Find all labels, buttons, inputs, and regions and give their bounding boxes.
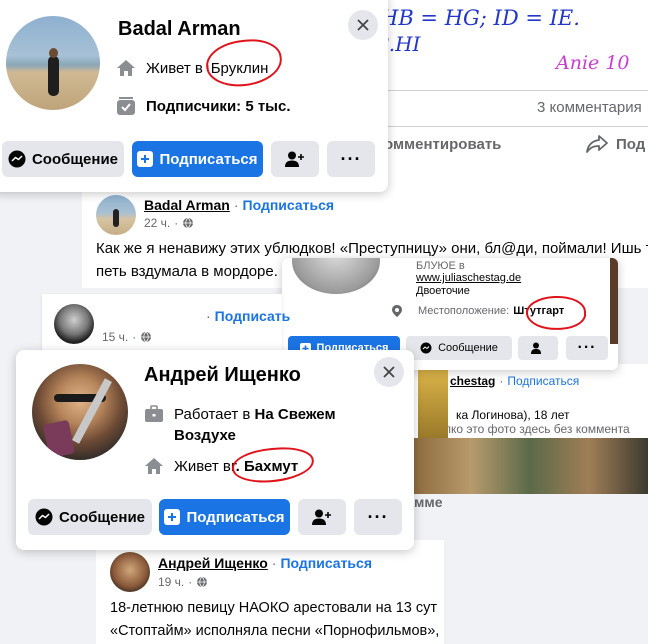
post-text-line2: «Стоптайм» исполняла песни «Порнофильмов… xyxy=(110,623,440,639)
add-friend-button[interactable] xyxy=(271,141,319,177)
follow-link[interactable]: Подписаться xyxy=(243,197,335,213)
separator: · xyxy=(271,555,277,571)
separator: · xyxy=(206,308,211,324)
info-line: БЛУЮЕ в xyxy=(416,260,465,272)
more-button[interactable]: ··· xyxy=(566,336,608,360)
message-label: Сообщение xyxy=(438,342,498,354)
message-button[interactable]: Сообщение xyxy=(406,336,512,360)
share-label: Под xyxy=(616,135,646,153)
location-pin-icon xyxy=(392,305,402,317)
follow-link[interactable]: Подписать xyxy=(215,308,291,324)
post-time[interactable]: 15 ч. xyxy=(102,330,128,344)
follow-button[interactable]: Подписаться xyxy=(132,141,263,177)
close-button[interactable] xyxy=(374,357,404,387)
avatar[interactable] xyxy=(96,195,136,235)
avatar[interactable] xyxy=(54,304,94,344)
follow-label: Подписаться xyxy=(159,150,258,168)
post-text-line2: петь вздумала в мордоре. xyxy=(96,263,278,280)
math-formula-line1: HB = HG; ID = IE. xyxy=(380,6,580,30)
share-icon xyxy=(586,135,608,153)
works-prefix: Работает в xyxy=(174,406,251,423)
messenger-icon xyxy=(420,342,432,354)
person-plus-icon xyxy=(285,151,304,167)
globe-icon xyxy=(141,331,152,343)
post-author[interactable]: Андрей Ищенко xyxy=(158,555,268,571)
annotation-circle xyxy=(525,294,587,332)
messenger-icon xyxy=(8,150,26,168)
home-icon xyxy=(145,458,163,474)
post-text-line1: ка Логинова), 18 лет xyxy=(456,408,570,422)
post-time[interactable]: 19 ч. xyxy=(158,575,184,589)
post-author[interactable]: chestag xyxy=(450,374,495,388)
website-link[interactable]: www.juliaschestag.de xyxy=(416,272,521,284)
post-divider-2 xyxy=(360,126,648,127)
message-label: Сообщение xyxy=(31,150,119,168)
info-line-2: Двоеточие xyxy=(416,285,470,297)
follow-link[interactable]: Подписаться xyxy=(280,555,372,571)
message-label: Сообщение xyxy=(58,508,146,526)
location-label: Местоположение: xyxy=(418,305,510,317)
person-plus-icon xyxy=(531,342,541,354)
annotation-circle xyxy=(203,36,285,90)
hover-card-ishchenko: Андрей Ищенко Работает в На Свежем Возду… xyxy=(16,350,414,550)
globe-icon xyxy=(183,217,194,229)
close-icon xyxy=(357,19,369,31)
add-friend-button[interactable] xyxy=(518,336,558,360)
separator: · xyxy=(233,197,239,213)
post-ishchenko: Андрей Ищенко · Подписаться 19 ч. · 18-л… xyxy=(96,540,444,644)
close-button[interactable] xyxy=(348,10,378,40)
followers-row: Подписчики: 5 тыс. xyxy=(116,96,291,116)
profile-name[interactable]: Андрей Ищенко xyxy=(144,364,301,387)
more-button[interactable]: ··· xyxy=(354,499,402,535)
works-row: Работает в На Свежем Воздухе xyxy=(144,404,344,446)
home-icon xyxy=(117,60,135,76)
more-button[interactable]: ··· xyxy=(327,141,375,177)
right-post: chestag · Подписаться ка Логинова), 18 л… xyxy=(412,364,648,494)
messenger-icon xyxy=(35,508,53,526)
comments-count[interactable]: 3 комментария xyxy=(537,99,642,116)
globe-icon xyxy=(197,576,208,588)
profile-photo-strip xyxy=(610,258,618,344)
post-time[interactable]: 22 ч. xyxy=(144,216,170,230)
avatar[interactable] xyxy=(110,552,150,592)
background-post: HB = HG; ID = IE. ?.HI Anie 10 3 коммент… xyxy=(360,0,648,190)
message-button[interactable]: Сообщение xyxy=(2,141,124,177)
post-author[interactable]: Badal Arman xyxy=(144,197,230,213)
follow-label: Подписаться xyxy=(186,508,285,526)
post-2: · Подписать 15 ч. · xyxy=(42,294,290,352)
post-text-line1: Как же я ненавижу этих ублюдков! «Престу… xyxy=(96,240,648,257)
lives-prefix: Живет в xyxy=(146,59,203,77)
profile-name[interactable]: Badal Arman xyxy=(118,18,241,41)
briefcase-icon xyxy=(145,405,163,422)
partial-button-label: мме xyxy=(414,494,443,510)
lives-prefix: Живет в xyxy=(174,457,231,475)
annotation-circle xyxy=(230,444,316,486)
avatar[interactable] xyxy=(32,364,128,460)
person-plus-icon xyxy=(312,509,331,525)
share-button[interactable]: Под xyxy=(586,134,645,154)
follow-button[interactable]: Подписаться xyxy=(159,499,290,535)
close-icon xyxy=(383,366,395,378)
add-friend-button[interactable] xyxy=(298,499,346,535)
followers-icon xyxy=(117,97,135,115)
post-photo[interactable] xyxy=(412,438,648,494)
post-photo-thumb[interactable] xyxy=(418,364,448,438)
post-divider xyxy=(360,90,648,91)
post-text-line1: 18-летнюю певицу НАОКО арестовали на 13 … xyxy=(110,600,438,616)
hover-card-badal: Badal Arman Живет в г. Бруклин Подписчик… xyxy=(0,0,388,192)
follow-link[interactable]: Подписаться xyxy=(507,374,579,388)
followers-count[interactable]: Подписчики: 5 тыс. xyxy=(146,98,291,115)
avatar[interactable] xyxy=(6,16,100,110)
post-text-line2: лко это фото здесь без коммента xyxy=(444,422,630,436)
add-square-icon xyxy=(137,151,154,167)
separator: · xyxy=(499,374,504,388)
avatar[interactable] xyxy=(292,258,380,294)
message-button[interactable]: Сообщение xyxy=(28,499,152,535)
signature-note: Anie 10 xyxy=(556,52,630,74)
comment-button[interactable]: омментировать xyxy=(384,136,501,153)
add-square-icon xyxy=(164,509,181,525)
